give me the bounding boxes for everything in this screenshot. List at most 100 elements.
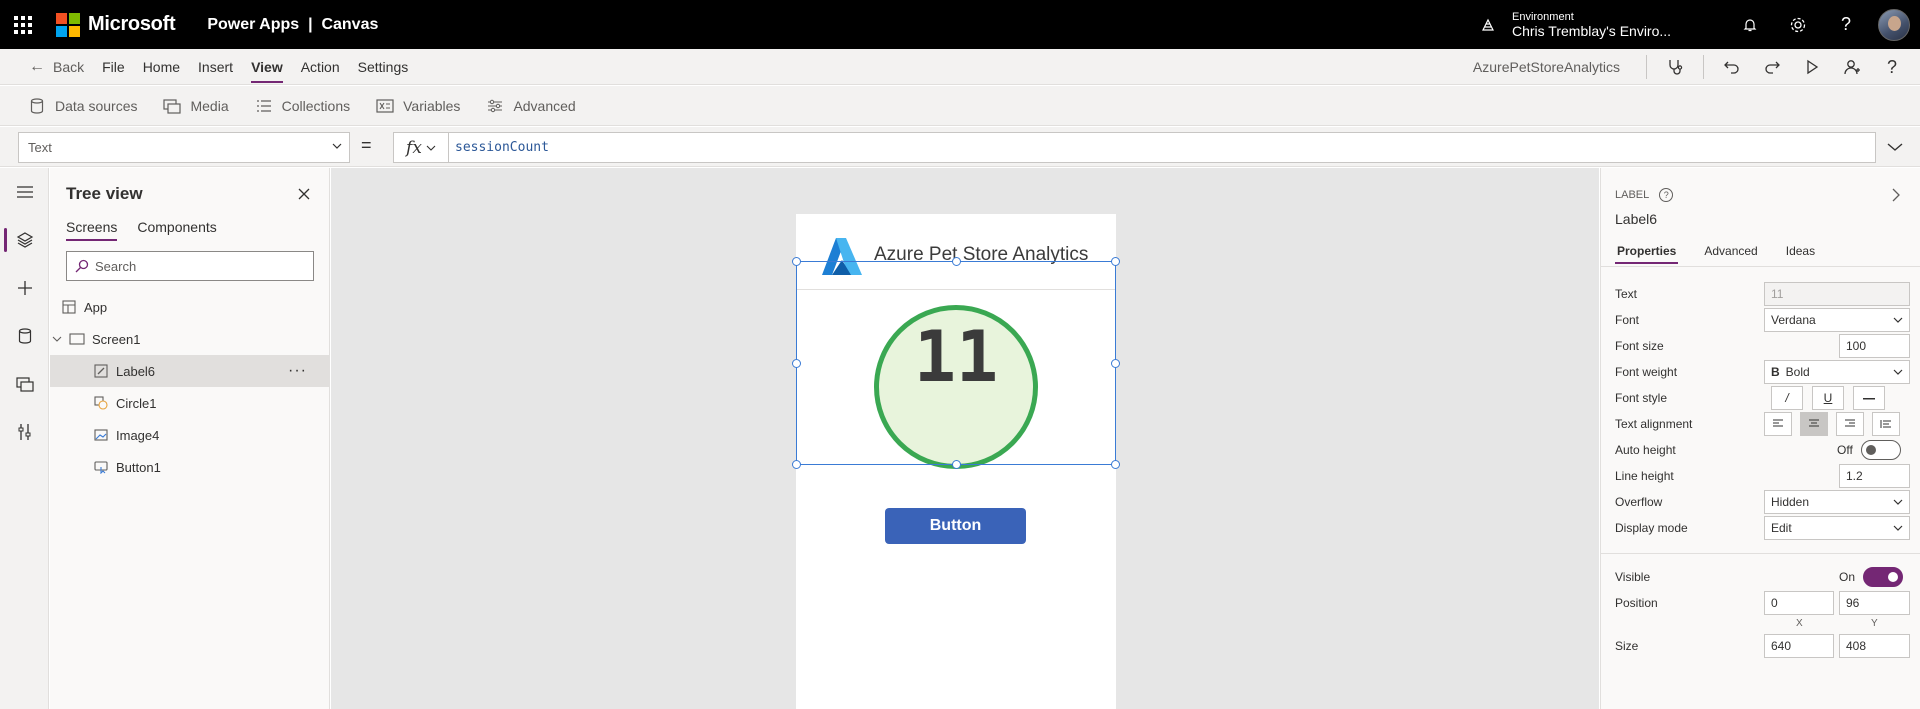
help-icon[interactable]: ? [1872, 49, 1912, 85]
text-alignment-buttons [1764, 412, 1908, 436]
undo-icon[interactable] [1712, 49, 1752, 85]
share-user-icon[interactable] [1832, 49, 1872, 85]
resize-handle[interactable] [792, 257, 801, 266]
control-name[interactable]: Label6 [1615, 211, 1657, 227]
environment-icon[interactable] [1476, 13, 1500, 37]
more-options-icon[interactable]: ··· [288, 362, 307, 380]
close-icon[interactable] [294, 184, 314, 204]
media-icon[interactable] [0, 360, 49, 408]
hamburger-menu-icon[interactable] [0, 168, 49, 216]
font-size-input[interactable]: 100 [1839, 334, 1910, 358]
notifications-icon[interactable] [1726, 0, 1774, 49]
menu-action[interactable]: Action [292, 49, 349, 85]
prop-label: Font size [1615, 339, 1664, 353]
position-y-input[interactable]: 96 [1839, 591, 1910, 615]
help-circle-icon[interactable]: ? [1659, 188, 1674, 202]
fx-icon: fx [406, 137, 422, 158]
chevron-down-icon[interactable] [48, 330, 66, 348]
variables-button[interactable]: Variables [376, 97, 460, 115]
tree-item-image4[interactable]: Image4 [50, 419, 329, 451]
environment-name: Chris Tremblay's Enviro... [1512, 22, 1672, 39]
back-button[interactable]: ← Back [0, 49, 93, 85]
align-justify-icon[interactable] [1872, 412, 1900, 436]
size-width-input[interactable]: 640 [1764, 634, 1834, 658]
property-dropdown[interactable]: Text [18, 132, 350, 163]
auto-height-toggle[interactable] [1860, 440, 1901, 460]
resize-handle[interactable] [1111, 460, 1120, 469]
advanced-sliders-icon [486, 97, 504, 115]
tree-item-button1[interactable]: Button1 [50, 451, 329, 483]
tree-view-title: Tree view [66, 184, 143, 203]
tree-item-app[interactable]: App [50, 291, 329, 323]
menu-settings[interactable]: Settings [349, 49, 418, 85]
tab-ideas[interactable]: Ideas [1784, 244, 1817, 264]
formula-input[interactable]: sessionCount [448, 132, 1876, 163]
insert-plus-icon[interactable] [0, 264, 49, 312]
advanced-button[interactable]: Advanced [486, 97, 576, 115]
tree-item-label6[interactable]: Label6 ··· [50, 355, 329, 387]
play-preview-icon[interactable] [1792, 49, 1832, 85]
user-avatar[interactable] [1878, 8, 1910, 41]
media-button[interactable]: Media [163, 97, 229, 115]
font-weight-dropdown[interactable]: B Bold [1764, 360, 1910, 384]
font-dropdown[interactable]: Verdana [1764, 308, 1910, 332]
redo-icon[interactable] [1752, 49, 1792, 85]
collections-button[interactable]: Collections [255, 97, 350, 115]
resize-handle[interactable] [792, 359, 801, 368]
tree-view-layers-icon[interactable] [0, 216, 49, 264]
menu-insert[interactable]: Insert [189, 49, 242, 85]
app-launcher-button[interactable] [0, 0, 46, 49]
overflow-dropdown[interactable]: Hidden [1764, 490, 1910, 514]
expand-formula-chevron-icon[interactable] [1884, 137, 1906, 157]
variables-label: Variables [403, 97, 461, 114]
visible-toggle[interactable] [1863, 567, 1904, 587]
menu-view[interactable]: View [242, 49, 292, 85]
resize-handle[interactable] [1111, 257, 1120, 266]
tree-item-label: Image4 [116, 427, 160, 443]
text-value-field: 11 [1764, 282, 1910, 306]
tree-item-screen1[interactable]: Screen1 [50, 323, 329, 355]
chevron-down-icon [331, 140, 343, 155]
selection-frame [796, 261, 1116, 465]
menu-bar: ← Back File Home Insert View Action Sett… [0, 49, 1920, 85]
settings-gear-icon[interactable] [1774, 0, 1822, 49]
align-left-icon[interactable] [1764, 412, 1792, 436]
align-right-icon[interactable] [1836, 412, 1864, 436]
resize-handle[interactable] [952, 460, 961, 469]
search-input[interactable] [95, 258, 305, 274]
tab-components[interactable]: Components [137, 219, 216, 241]
display-mode-dropdown[interactable]: Edit [1764, 516, 1910, 540]
resize-handle[interactable] [1111, 359, 1120, 368]
chevron-down-icon [426, 145, 436, 151]
prop-label: Auto height [1615, 443, 1676, 457]
fx-button[interactable]: fx [393, 132, 448, 163]
tree-item-circle1[interactable]: Circle1 [50, 387, 329, 419]
help-icon[interactable]: ? [1822, 0, 1870, 49]
tree-search-box [66, 251, 314, 281]
divider [1703, 55, 1704, 79]
size-height-input[interactable]: 408 [1839, 634, 1910, 658]
advanced-label: Advanced [513, 97, 576, 114]
align-center-icon[interactable] [1800, 412, 1828, 436]
environment-picker[interactable]: Environment Chris Tremblay's Enviro... [1512, 11, 1702, 39]
advanced-tools-icon[interactable] [0, 408, 49, 456]
resize-handle[interactable] [952, 257, 961, 266]
tab-properties[interactable]: Properties [1615, 244, 1679, 264]
tab-screens[interactable]: Screens [66, 219, 118, 241]
app-checker-stethoscope-icon[interactable] [1655, 49, 1695, 85]
italic-button[interactable]: / [1771, 386, 1803, 410]
strikethrough-button[interactable]: — [1853, 386, 1885, 410]
menu-file[interactable]: File [93, 49, 134, 85]
underline-button[interactable]: U [1812, 386, 1844, 410]
menu-home[interactable]: Home [134, 49, 189, 85]
line-height-input[interactable]: 1.2 [1839, 464, 1910, 488]
position-x-input[interactable]: 0 [1764, 591, 1834, 615]
chevron-down-icon [1892, 522, 1904, 537]
app-screen[interactable]: Azure Pet Store Analytics 11 Button [792, 214, 1120, 709]
resize-handle[interactable] [792, 460, 801, 469]
tab-advanced[interactable]: Advanced [1702, 244, 1759, 264]
data-sources-button[interactable]: Data sources [28, 97, 137, 115]
collapse-chevron-right-icon[interactable] [1891, 188, 1901, 205]
data-database-icon[interactable] [0, 312, 49, 360]
button1[interactable]: Button [885, 508, 1026, 544]
